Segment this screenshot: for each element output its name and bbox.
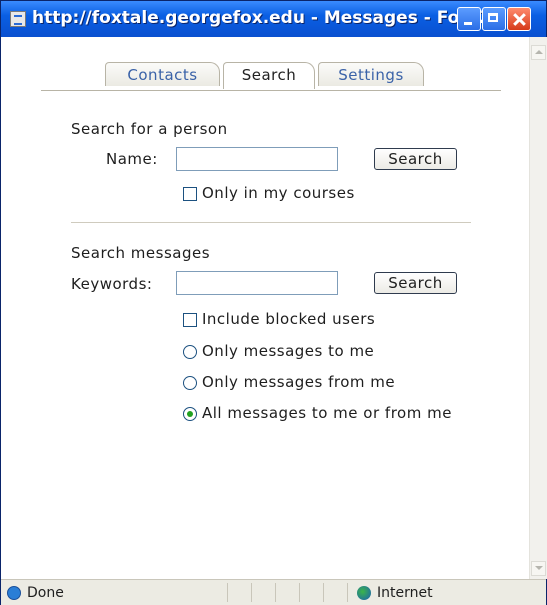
status-separator — [251, 583, 252, 602]
messages-panel: Contacts Search Settings Search for a pe… — [1, 37, 529, 579]
radio-only-to-me-label: Only messages to me — [202, 342, 375, 360]
status-separator — [347, 583, 348, 602]
title-bar[interactable]: http://foxtale.georgefox.edu - Messages … — [1, 1, 546, 37]
only-my-courses-checkbox[interactable] — [183, 187, 197, 201]
keywords-label: Keywords: — [71, 275, 153, 293]
close-button[interactable] — [507, 7, 531, 31]
include-blocked-label: Include blocked users — [202, 310, 376, 328]
window-title: http://foxtale.georgefox.edu - Messages … — [32, 8, 499, 28]
maximize-button[interactable] — [482, 7, 506, 31]
message-search-button[interactable]: Search — [374, 272, 457, 294]
radio-only-from-me[interactable] — [183, 376, 197, 390]
name-input[interactable] — [176, 147, 338, 171]
person-search-heading: Search for a person — [71, 120, 228, 138]
name-label: Name: — [106, 150, 158, 168]
status-separator — [323, 583, 324, 602]
minimize-button[interactable] — [457, 7, 481, 31]
scroll-up-arrow-icon[interactable] — [531, 45, 546, 60]
tab-settings[interactable]: Settings — [318, 62, 424, 86]
page-icon — [10, 11, 26, 27]
browser-window: http://foxtale.georgefox.edu - Messages … — [0, 0, 547, 605]
page-done-icon — [7, 586, 21, 600]
radio-all-messages[interactable] — [183, 407, 197, 421]
security-zone: Internet — [377, 585, 433, 601]
tab-underline — [41, 90, 501, 91]
radio-only-from-me-label: Only messages from me — [202, 373, 396, 391]
status-separator — [227, 583, 228, 602]
status-bar: Done Internet — [1, 579, 546, 605]
include-blocked-checkbox[interactable] — [183, 313, 197, 327]
scroll-down-arrow-icon[interactable] — [531, 561, 546, 576]
person-search-button[interactable]: Search — [374, 148, 457, 170]
status-text: Done — [27, 585, 64, 601]
tab-contacts[interactable]: Contacts — [105, 62, 220, 86]
status-separator — [275, 583, 276, 602]
status-separator — [299, 583, 300, 602]
radio-only-to-me[interactable] — [183, 345, 197, 359]
only-my-courses-label: Only in my courses — [202, 184, 355, 202]
tab-search[interactable]: Search — [223, 62, 315, 89]
message-search-heading: Search messages — [71, 244, 211, 262]
radio-all-messages-label: All messages to me or from me — [202, 404, 452, 422]
vertical-scrollbar[interactable] — [529, 37, 547, 579]
internet-globe-icon — [357, 586, 371, 600]
keywords-input[interactable] — [176, 271, 338, 295]
section-divider — [71, 222, 471, 223]
